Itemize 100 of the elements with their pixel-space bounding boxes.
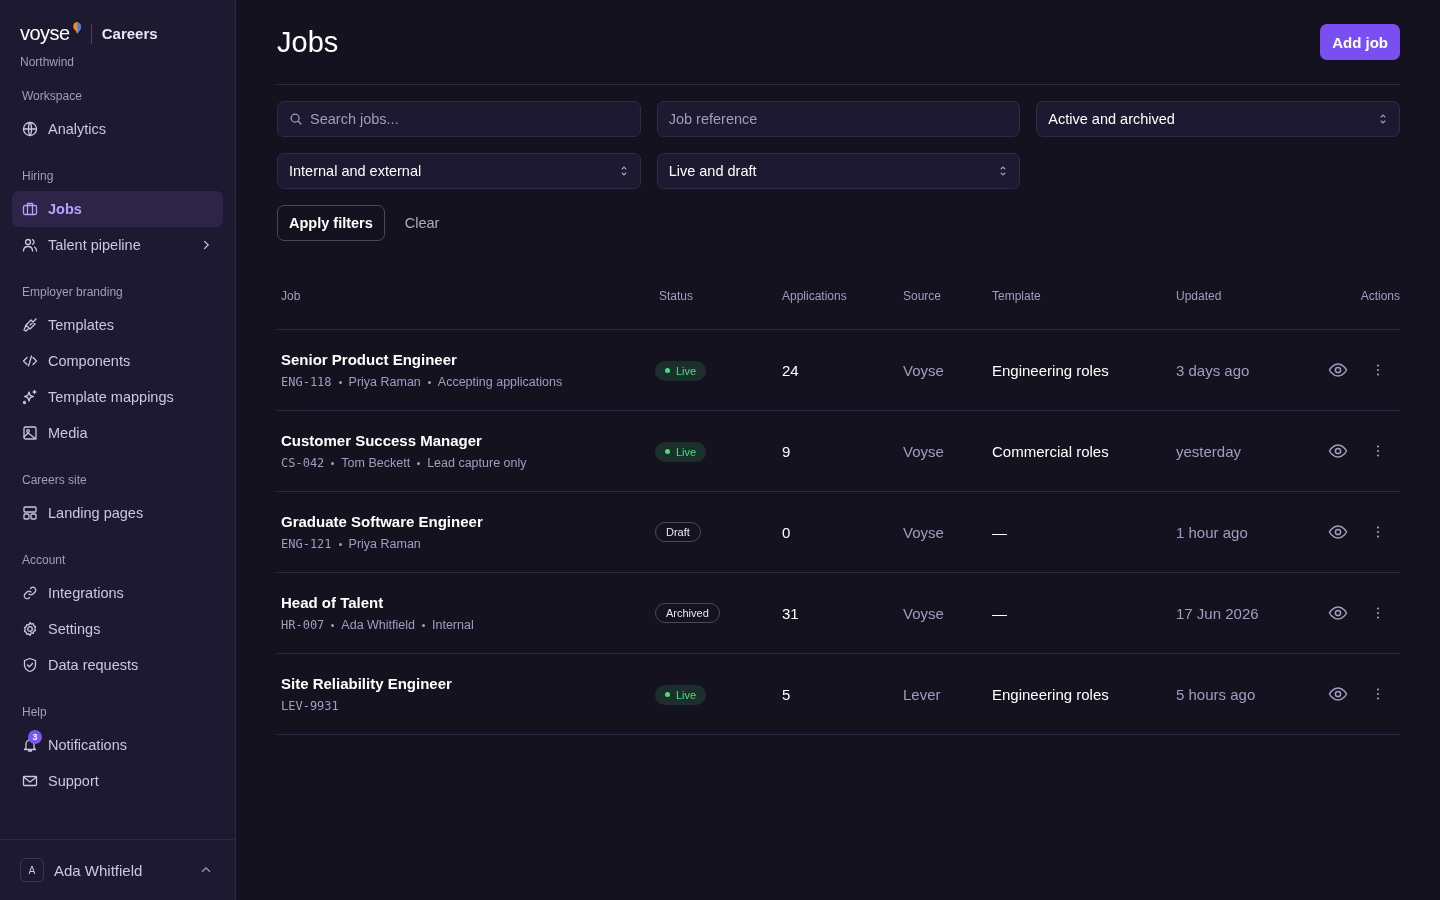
add-job-button[interactable]: Add job bbox=[1320, 24, 1400, 60]
template-cell-text: Engineering roles bbox=[991, 361, 1110, 379]
column-header: Template bbox=[991, 288, 1042, 303]
sidebar-item[interactable]: Integrations bbox=[12, 575, 223, 611]
column-header: Job bbox=[280, 288, 302, 303]
job-meta: Internal bbox=[432, 618, 474, 632]
section-heading: Careers site bbox=[21, 473, 88, 489]
case-icon bbox=[22, 201, 38, 217]
user-menu[interactable]: A Ada Whitfield bbox=[0, 839, 235, 900]
link-icon bbox=[22, 585, 38, 601]
organization-name: Northwind bbox=[20, 55, 76, 69]
job-reference: ENG-121 bbox=[281, 537, 332, 551]
job-reference: LEV-9931 bbox=[281, 699, 339, 713]
status-badge: Live bbox=[655, 441, 707, 462]
shield-icon bbox=[22, 657, 38, 673]
source-cell-text: Voyse bbox=[902, 442, 945, 460]
sort-arrows-icon bbox=[1378, 112, 1388, 126]
clear-button[interactable]: Clear bbox=[392, 205, 452, 241]
layout-icon bbox=[22, 505, 38, 521]
view-icon[interactable] bbox=[1328, 441, 1348, 461]
brand-logo: voyse bbox=[20, 22, 81, 45]
column-header: Source bbox=[902, 288, 943, 303]
more-icon[interactable] bbox=[1376, 606, 1380, 620]
sidebar-item[interactable]: Templates bbox=[12, 307, 223, 343]
sidebar-item[interactable]: Landing pages bbox=[12, 495, 223, 531]
section-heading: Help bbox=[21, 705, 48, 721]
status-badge: Live bbox=[655, 360, 707, 381]
sidebar-item[interactable]: Settings bbox=[12, 611, 223, 647]
user-name: Ada Whitfield bbox=[54, 861, 144, 879]
column-header: Status bbox=[658, 288, 695, 303]
job-meta: Ada Whitfield bbox=[341, 618, 415, 632]
job-title[interactable]: Head of Talent bbox=[281, 594, 655, 611]
user-avatar: A bbox=[20, 858, 44, 882]
template-cell-text: Commercial roles bbox=[991, 442, 1110, 460]
job-meta: Priya Raman bbox=[348, 375, 421, 389]
updated-cell-text: 3 days ago bbox=[1175, 361, 1251, 379]
sidebar-item[interactable]: Talent pipeline bbox=[12, 227, 223, 263]
brush-icon bbox=[22, 317, 38, 333]
applications-count: 0 bbox=[781, 523, 792, 541]
view-icon[interactable] bbox=[1328, 522, 1348, 542]
code-icon bbox=[22, 353, 38, 369]
view-icon[interactable] bbox=[1328, 360, 1348, 380]
sidebar-item[interactable]: Media bbox=[12, 415, 223, 451]
updated-cell-text: 5 hours ago bbox=[1175, 685, 1257, 703]
globe-icon bbox=[22, 121, 38, 137]
sidebar-item[interactable]: Analytics bbox=[12, 111, 223, 147]
source-cell-text: Lever bbox=[902, 685, 942, 703]
apply-filters-button[interactable]: Apply filters bbox=[277, 205, 385, 241]
source-cell-text: Voyse bbox=[902, 361, 945, 379]
mail-icon bbox=[22, 773, 38, 789]
reference-field[interactable]: Job reference bbox=[656, 101, 1021, 137]
job-title[interactable]: Customer Success Manager bbox=[281, 432, 655, 449]
column-header: Applications bbox=[781, 288, 848, 303]
job-reference: HR-007 bbox=[281, 618, 325, 632]
sidebar-item[interactable]: Components bbox=[12, 343, 223, 379]
updated-cell-text: yesterday bbox=[1175, 442, 1243, 460]
view-icon[interactable] bbox=[1328, 684, 1348, 704]
applications-count: 24 bbox=[781, 361, 800, 379]
section-heading: Workspace bbox=[21, 89, 83, 105]
gear-icon bbox=[22, 621, 38, 637]
job-title[interactable]: Site Reliability Engineer bbox=[281, 675, 655, 692]
sidebar-item[interactable]: Jobs bbox=[12, 191, 223, 227]
product-name: Careers bbox=[101, 25, 158, 42]
more-icon[interactable] bbox=[1376, 444, 1380, 458]
sidebar-item[interactable]: Support bbox=[12, 763, 223, 799]
job-meta: Priya Raman bbox=[348, 537, 421, 551]
sidebar-item[interactable]: Template mappings bbox=[12, 379, 223, 415]
search-field[interactable]: Search jobs... bbox=[277, 101, 641, 137]
filter-select[interactable]: Live and draft bbox=[656, 153, 1021, 189]
more-icon[interactable] bbox=[1376, 363, 1380, 377]
more-icon[interactable] bbox=[1376, 525, 1380, 539]
source-cell-text: Voyse bbox=[902, 523, 945, 541]
sidebar-item[interactable]: 3 Notifications bbox=[12, 727, 223, 763]
template-cell-text: Engineering roles bbox=[991, 685, 1110, 703]
job-title[interactable]: Senior Product Engineer bbox=[281, 351, 655, 368]
applications-count: 9 bbox=[781, 442, 792, 460]
job-title[interactable]: Graduate Software Engineer bbox=[281, 513, 655, 530]
job-meta: Tom Beckett bbox=[341, 456, 411, 470]
job-meta: Accepting applications bbox=[437, 375, 563, 389]
notification-count: 3 bbox=[28, 730, 42, 744]
applications-count: 31 bbox=[781, 604, 800, 622]
job-meta: Lead capture only bbox=[427, 456, 527, 470]
section-heading: Employer branding bbox=[21, 285, 124, 301]
people-icon bbox=[22, 237, 38, 253]
updated-cell-text: 1 hour ago bbox=[1175, 523, 1249, 541]
template-cell-text: — bbox=[991, 523, 1008, 541]
filter-select[interactable]: Active and archived bbox=[1036, 101, 1400, 137]
job-reference: CS-042 bbox=[281, 456, 325, 470]
template-cell-text: — bbox=[991, 604, 1008, 622]
source-cell-text: Voyse bbox=[902, 604, 945, 622]
search-icon bbox=[289, 112, 303, 126]
sparkle-icon bbox=[22, 389, 38, 405]
more-icon[interactable] bbox=[1376, 687, 1380, 701]
filter-select[interactable]: Internal and external bbox=[277, 153, 641, 189]
view-icon[interactable] bbox=[1328, 603, 1348, 623]
section-heading: Hiring bbox=[21, 169, 55, 185]
sidebar-item[interactable]: Data requests bbox=[12, 647, 223, 683]
job-reference: ENG-118 bbox=[281, 375, 332, 389]
status-badge: Live bbox=[655, 684, 707, 705]
image-icon bbox=[22, 425, 38, 441]
